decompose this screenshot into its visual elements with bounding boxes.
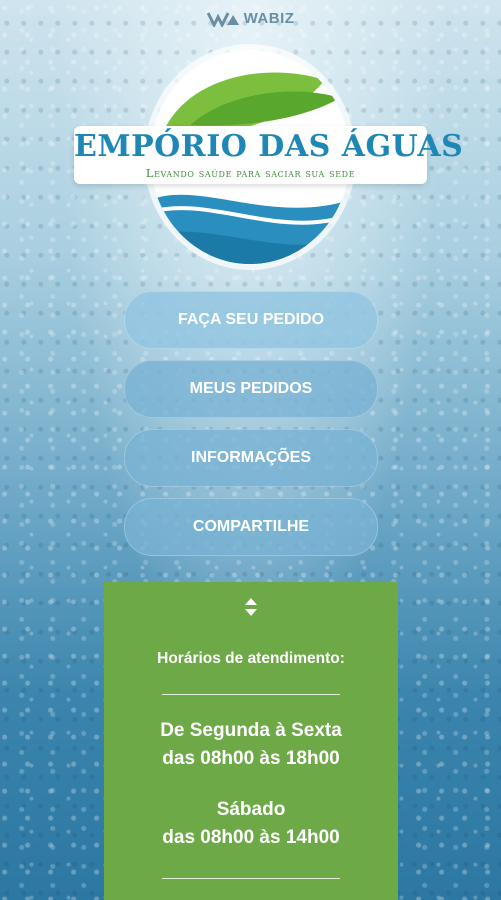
my-orders-button[interactable]: MEUS PEDIDOS xyxy=(124,360,378,418)
information-button[interactable]: INFORMAÇÕES xyxy=(124,429,378,487)
wabiz-icon xyxy=(206,11,239,27)
wabiz-logo: WABIZ xyxy=(206,10,295,27)
wabiz-label: WABIZ xyxy=(243,10,295,27)
divider xyxy=(162,694,340,695)
app-tagline: Levando saúde para saciar sua sede xyxy=(145,166,356,180)
saturday-hours: das 08h00 às 14h00 xyxy=(162,827,340,848)
business-hours-panel: Horários de atendimento: De Segunda à Se… xyxy=(104,582,398,900)
up-down-arrows-icon[interactable] xyxy=(242,596,260,618)
weekday-label: De Segunda à Sexta xyxy=(160,720,342,741)
main-menu: FAÇA SEU PEDIDO MEUS PEDIDOS INFORMAÇÕES… xyxy=(124,291,378,556)
place-order-button[interactable]: FAÇA SEU PEDIDO xyxy=(124,291,378,349)
app-logo: Empório das Águas Levando saúde para sac… xyxy=(74,46,464,271)
divider xyxy=(162,878,340,879)
saturday-label: Sábado xyxy=(216,799,286,820)
hours-title: Horários de atendimento: xyxy=(157,650,345,667)
share-button[interactable]: COMPARTILHE xyxy=(124,498,378,556)
app-title: Empório das Águas xyxy=(74,129,464,164)
weekday-hours: das 08h00 às 18h00 xyxy=(162,748,340,769)
